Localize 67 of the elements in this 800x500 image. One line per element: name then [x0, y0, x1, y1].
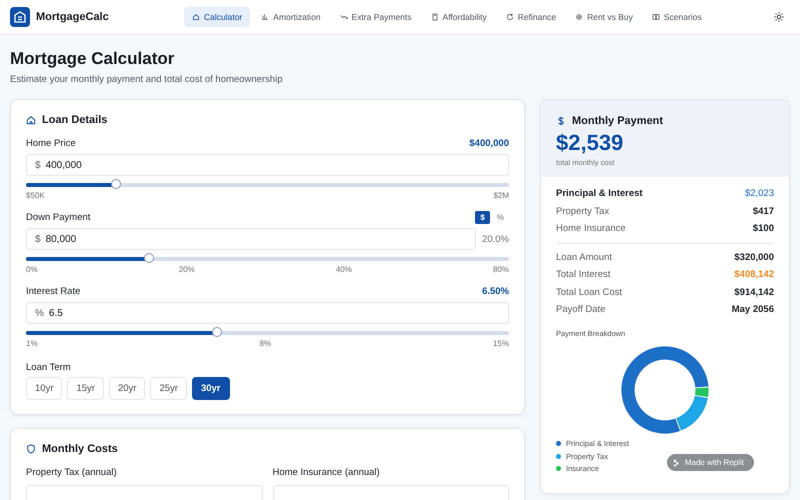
summary-value: $914,142: [734, 286, 774, 298]
trend-icon: [340, 13, 348, 21]
slider-tick-label: 8%: [259, 339, 272, 348]
summary-value: May 2056: [732, 304, 774, 316]
card-title: Monthly Costs: [42, 443, 118, 455]
nav-tab[interactable]: Rent vs Buy: [567, 7, 641, 27]
summary-label: Total Interest: [556, 269, 610, 280]
field-label: Interest Rate: [26, 286, 80, 296]
shield-icon: [26, 444, 36, 454]
field-label: Home Insurance (annual): [272, 467, 381, 478]
logo-icon: [10, 7, 30, 27]
loan-term-option[interactable]: 15yr: [67, 377, 104, 400]
unit-toggle[interactable]: %: [492, 210, 509, 224]
page-title: Mortgage Calculator: [10, 49, 176, 69]
field-label: Home Price: [26, 138, 76, 148]
summary-label: Payoff Date: [556, 304, 606, 316]
summary-value: $2,023: [744, 188, 774, 200]
nav-tab[interactable]: Amortization: [253, 7, 329, 27]
down-payment-field[interactable]: $ 80,000: [26, 228, 476, 250]
loan-term-option[interactable]: 20yr: [108, 377, 146, 400]
nav-tab[interactable]: Affordability: [422, 7, 495, 27]
nav-tab[interactable]: Scenarios: [644, 7, 710, 27]
nav-tab[interactable]: Refinance: [498, 7, 564, 27]
bar-chart-icon: [261, 13, 270, 21]
interest-rate-field[interactable]: % 6.5: [26, 302, 509, 324]
nav-tab[interactable]: Extra Payments: [332, 7, 420, 27]
refresh-icon: [506, 13, 514, 21]
page-subtitle: Estimate your monthly payment and total cost of homeownership: [10, 74, 284, 85]
slider-tick-label: 20%: [178, 265, 195, 274]
loan-term-option[interactable]: 25yr: [150, 377, 187, 400]
loan-term-option[interactable]: 30yr: [192, 377, 230, 400]
loan-term-option[interactable]: 10yr: [26, 377, 62, 400]
summary-value: $417: [752, 206, 774, 217]
home-icon: [26, 115, 36, 125]
slider-tick-label: $50K: [26, 191, 45, 200]
field-label: Loan Term: [26, 362, 72, 373]
card-title: Monthly Payment: [572, 115, 664, 127]
summary-value: $100: [752, 223, 774, 234]
theme-toggle-icon[interactable]: [774, 12, 784, 22]
summary-label: Loan Amount: [556, 252, 612, 263]
calculator-icon: [430, 13, 439, 21]
summary-label: Total Loan Cost: [556, 286, 622, 298]
home-price-field[interactable]: $ 400,000: [26, 154, 509, 176]
card-title: Loan Details: [42, 114, 108, 126]
summary-label: Home Insurance: [556, 223, 626, 234]
down-payment-percent: 20.0%: [482, 234, 509, 244]
monthly-payment-amount: $2,539: [556, 130, 624, 156]
slider-tick-label: $2M: [493, 191, 509, 200]
dollar-icon: [556, 116, 566, 126]
summary-value: $320,000: [734, 252, 774, 263]
slider-tick-label: 40%: [336, 265, 352, 274]
home-price-reading: $400,000: [469, 138, 509, 148]
slider-tick-label: 80%: [492, 265, 509, 274]
book-icon: [652, 13, 660, 21]
unit-toggle[interactable]: $: [475, 210, 490, 224]
field-label: Down Payment: [26, 212, 90, 222]
home-icon: [192, 13, 200, 21]
interest-rate-reading: 6.50%: [482, 286, 509, 296]
app-name: MortgageCalc: [36, 11, 109, 23]
nav-tab[interactable]: Calculator: [184, 7, 250, 27]
slider-tick-label: 1%: [26, 339, 38, 348]
slider-tick-label: 0%: [26, 265, 38, 274]
field-label: Property Tax (annual): [26, 467, 118, 478]
summary-label: Property Tax: [556, 206, 610, 217]
slider-tick-label: 15%: [492, 339, 509, 348]
summary-value: $408,142: [734, 269, 774, 280]
summary-label: Principal & Interest: [556, 188, 643, 200]
